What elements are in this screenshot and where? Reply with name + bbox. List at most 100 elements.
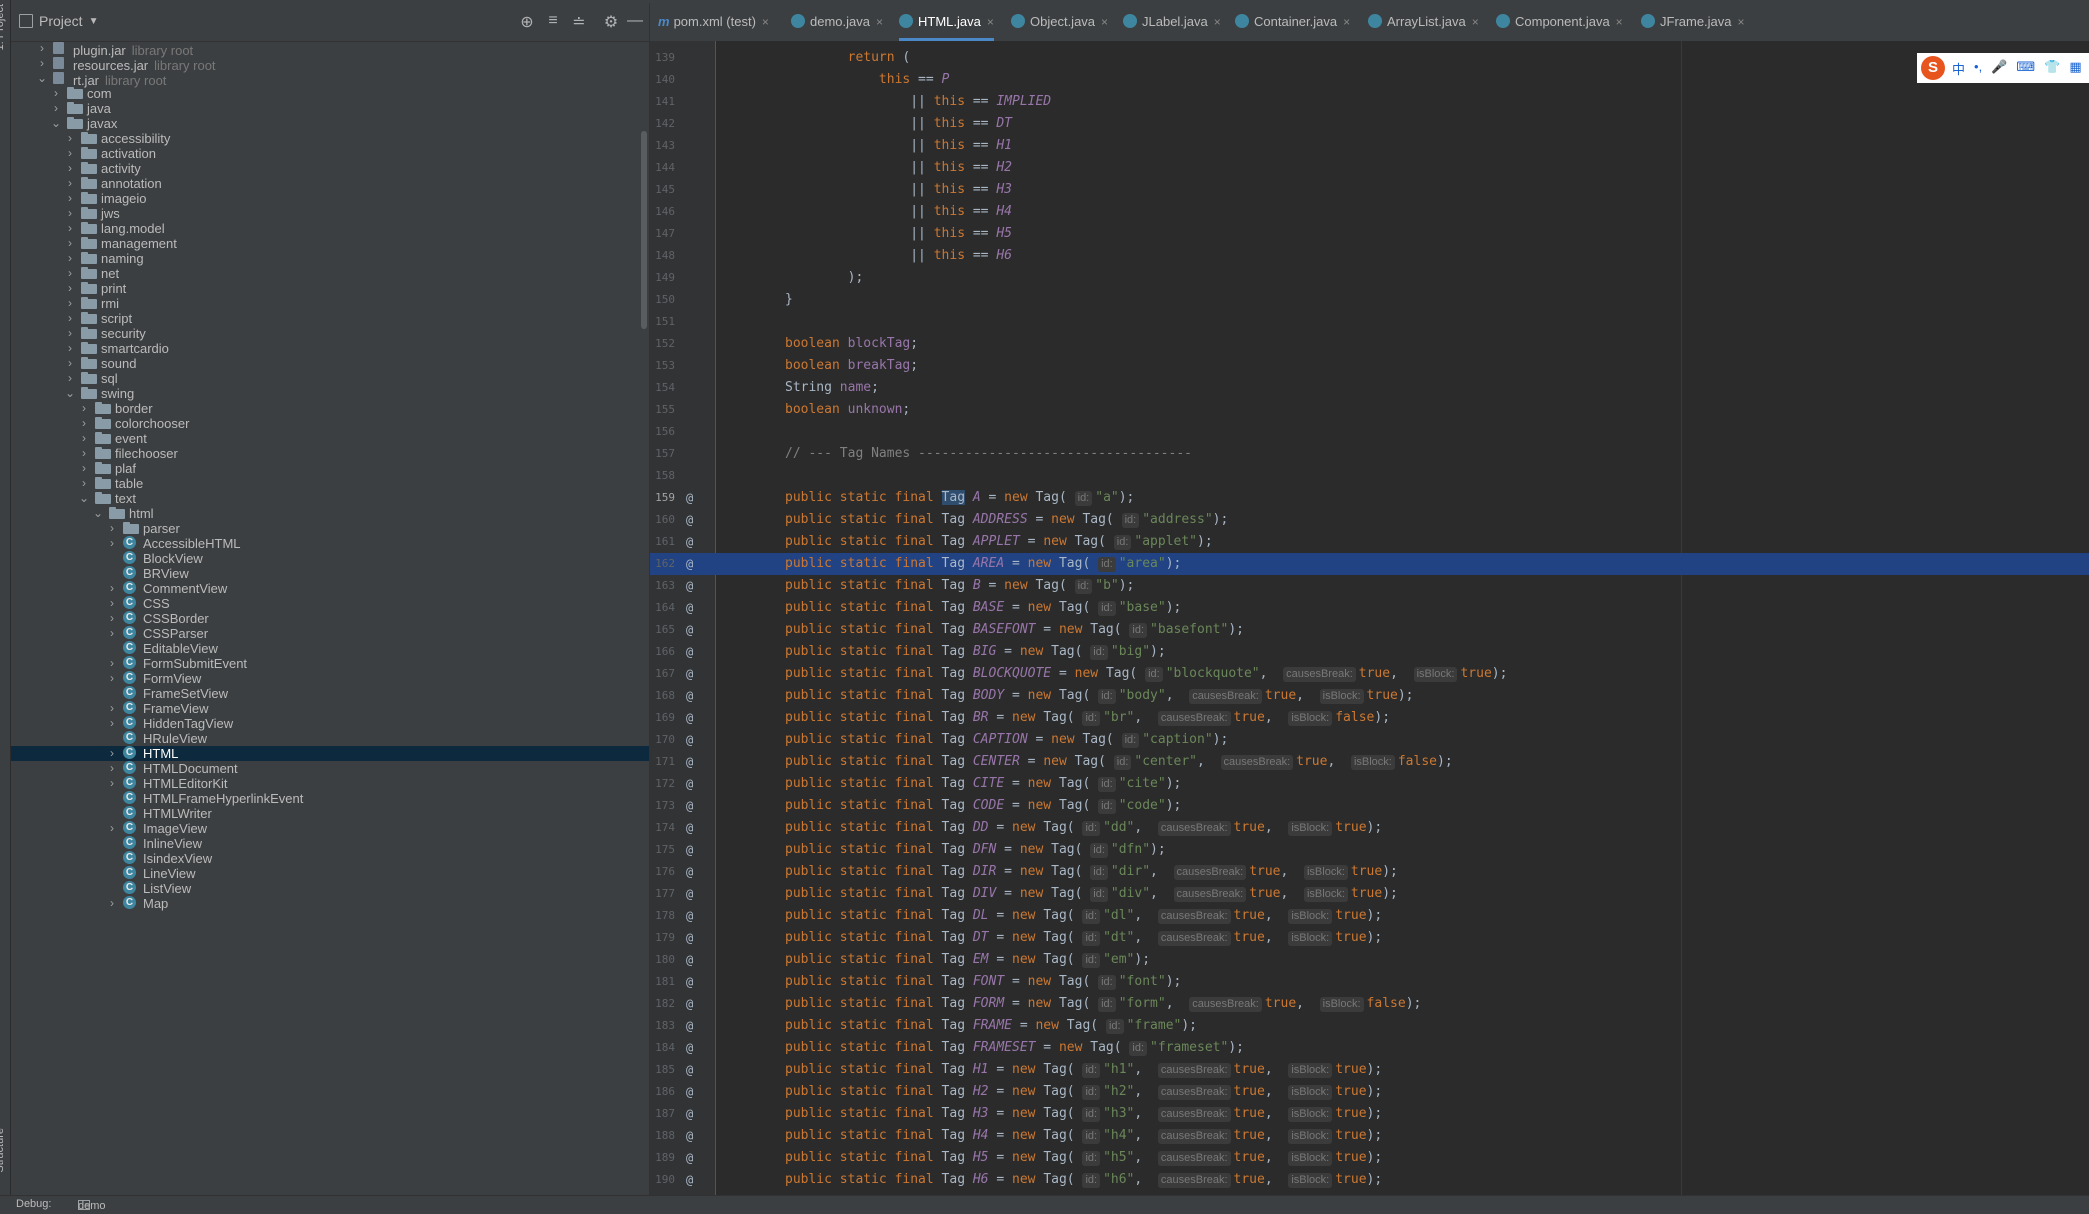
ime-item[interactable]: 中 bbox=[1952, 59, 1965, 78]
close-icon[interactable]: × bbox=[1214, 15, 1221, 29]
override-marker-icon[interactable]: @ bbox=[686, 1169, 693, 1191]
override-marker-icon[interactable]: @ bbox=[686, 927, 693, 949]
tree-item[interactable]: › management bbox=[11, 236, 649, 251]
tree-item[interactable]: › java bbox=[11, 101, 649, 116]
tree-item[interactable]: › parser bbox=[11, 521, 649, 536]
tree-scrollbar[interactable] bbox=[641, 131, 647, 329]
tree-item[interactable]: C BlockView bbox=[11, 551, 649, 566]
chevron-right-icon[interactable]: › bbox=[77, 446, 91, 461]
override-marker-icon[interactable]: @ bbox=[686, 553, 693, 575]
chevron-down-icon[interactable]: ⌄ bbox=[91, 506, 105, 521]
tree-item[interactable]: C IsindexView bbox=[11, 851, 649, 866]
chevron-right-icon[interactable]: › bbox=[63, 356, 77, 371]
override-marker-icon[interactable]: @ bbox=[686, 707, 693, 729]
tree-item[interactable]: › script bbox=[11, 311, 649, 326]
tree-item[interactable]: › sql bbox=[11, 371, 649, 386]
close-icon[interactable]: × bbox=[1616, 15, 1623, 29]
tree-item[interactable]: › lang.model bbox=[11, 221, 649, 236]
tree-item[interactable]: › resources.jar library root bbox=[11, 56, 649, 73]
chevron-right-icon[interactable]: › bbox=[49, 86, 63, 101]
gear-icon[interactable]: ⚙ bbox=[601, 12, 621, 32]
override-marker-icon[interactable]: @ bbox=[686, 993, 693, 1015]
chevron-right-icon[interactable]: › bbox=[105, 746, 119, 761]
tree-item[interactable]: C LineView bbox=[11, 866, 649, 881]
chevron-right-icon[interactable]: › bbox=[105, 761, 119, 776]
override-marker-icon[interactable]: @ bbox=[686, 883, 693, 905]
close-icon[interactable]: × bbox=[987, 15, 994, 29]
override-marker-icon[interactable]: @ bbox=[686, 685, 693, 707]
ime-item[interactable]: •, bbox=[1974, 59, 1982, 78]
override-marker-icon[interactable]: @ bbox=[686, 1147, 693, 1169]
override-marker-icon[interactable]: @ bbox=[686, 1015, 693, 1037]
tab-jlabel-java[interactable]: JLabel.java × bbox=[1123, 3, 1221, 41]
tree-item[interactable]: C HRuleView bbox=[11, 731, 649, 746]
expand-all-icon[interactable]: ≡ bbox=[543, 12, 563, 30]
tree-item[interactable]: › imageio bbox=[11, 191, 649, 206]
chevron-right-icon[interactable]: › bbox=[105, 626, 119, 641]
tree-item[interactable]: › C HTMLDocument bbox=[11, 761, 649, 776]
chevron-right-icon[interactable]: › bbox=[63, 131, 77, 146]
code-editor[interactable]: 139 return (140 this == P 141 || this == … bbox=[650, 41, 2089, 1195]
tree-item[interactable]: › smartcardio bbox=[11, 341, 649, 356]
chevron-right-icon[interactable]: › bbox=[35, 56, 49, 71]
tree-item[interactable]: › C CSSParser bbox=[11, 626, 649, 641]
chevron-right-icon[interactable]: › bbox=[63, 281, 77, 296]
tree-item[interactable]: C BRView bbox=[11, 566, 649, 581]
override-marker-icon[interactable]: @ bbox=[686, 663, 693, 685]
ime-item[interactable]: 🎤 bbox=[1991, 59, 2007, 78]
chevron-right-icon[interactable]: › bbox=[63, 251, 77, 266]
override-marker-icon[interactable]: @ bbox=[686, 619, 693, 641]
tab-demo-java[interactable]: demo.java × bbox=[791, 3, 883, 41]
override-marker-icon[interactable]: @ bbox=[686, 1081, 693, 1103]
tree-item[interactable]: › C HiddenTagView bbox=[11, 716, 649, 731]
tree-item[interactable]: › naming bbox=[11, 251, 649, 266]
ime-item[interactable]: 👕 bbox=[2044, 59, 2060, 78]
tree-item[interactable]: C HTMLFrameHyperlinkEvent bbox=[11, 791, 649, 806]
override-marker-icon[interactable]: @ bbox=[686, 839, 693, 861]
project-view-selector[interactable]: Project ▼ bbox=[19, 13, 98, 29]
tree-item[interactable]: ⌄ text bbox=[11, 491, 649, 506]
tree-item[interactable]: › sound bbox=[11, 356, 649, 371]
close-icon[interactable]: × bbox=[762, 15, 769, 29]
override-marker-icon[interactable]: @ bbox=[686, 795, 693, 817]
chevron-down-icon[interactable]: ⌄ bbox=[49, 116, 63, 131]
chevron-right-icon[interactable]: › bbox=[49, 101, 63, 116]
chevron-right-icon[interactable]: › bbox=[105, 701, 119, 716]
chevron-right-icon[interactable]: › bbox=[63, 221, 77, 236]
override-marker-icon[interactable]: @ bbox=[686, 597, 693, 619]
tree-item[interactable]: › C CSS bbox=[11, 596, 649, 611]
chevron-right-icon[interactable]: › bbox=[63, 341, 77, 356]
chevron-right-icon[interactable]: › bbox=[77, 476, 91, 491]
ime-item[interactable]: ▦ bbox=[2069, 59, 2081, 78]
tree-item[interactable]: › C HTML bbox=[11, 746, 649, 761]
close-icon[interactable]: × bbox=[1472, 15, 1479, 29]
tree-item[interactable]: › accessibility bbox=[11, 131, 649, 146]
chevron-down-icon[interactable]: ⌄ bbox=[77, 491, 91, 506]
tree-item[interactable]: ⌄ swing bbox=[11, 386, 649, 401]
chevron-right-icon[interactable]: › bbox=[105, 671, 119, 686]
chevron-right-icon[interactable]: › bbox=[63, 191, 77, 206]
tab-html-java[interactable]: HTML.java × bbox=[899, 3, 994, 41]
tree-item[interactable]: › net bbox=[11, 266, 649, 281]
chevron-right-icon[interactable]: › bbox=[105, 596, 119, 611]
tree-item[interactable]: › jws bbox=[11, 206, 649, 221]
close-icon[interactable]: × bbox=[876, 15, 883, 29]
tree-item[interactable]: › rmi bbox=[11, 296, 649, 311]
tree-item[interactable]: › security bbox=[11, 326, 649, 341]
tree-item[interactable]: › C CommentView bbox=[11, 581, 649, 596]
chevron-right-icon[interactable]: › bbox=[77, 416, 91, 431]
tab-pom-xml-test[interactable]: m pom.xml (test) × bbox=[658, 3, 769, 41]
chevron-down-icon[interactable]: ⌄ bbox=[63, 386, 77, 401]
tree-item[interactable]: › C FrameView bbox=[11, 701, 649, 716]
tree-item[interactable]: › C HTMLEditorKit bbox=[11, 776, 649, 791]
tab-arraylist-java[interactable]: ArrayList.java × bbox=[1368, 3, 1479, 41]
tree-item[interactable]: › event bbox=[11, 431, 649, 446]
chevron-right-icon[interactable]: › bbox=[63, 326, 77, 341]
override-marker-icon[interactable]: @ bbox=[686, 751, 693, 773]
override-marker-icon[interactable]: @ bbox=[686, 817, 693, 839]
close-icon[interactable]: × bbox=[1738, 15, 1745, 29]
tree-item[interactable]: › table bbox=[11, 476, 649, 491]
locate-icon[interactable]: ⊕ bbox=[517, 12, 537, 32]
chevron-right-icon[interactable]: › bbox=[105, 896, 119, 911]
chevron-right-icon[interactable]: › bbox=[35, 41, 49, 56]
